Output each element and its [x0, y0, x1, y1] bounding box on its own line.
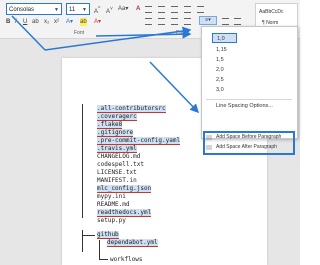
tree-connector: [82, 235, 95, 236]
align-left-icon[interactable]: [145, 18, 152, 25]
spacing-option[interactable]: 1,0: [212, 33, 237, 43]
paragraph-group-label: Parag: [176, 30, 190, 36]
line-spacing-menu: 1,0 1,15 1,5 2,0 2,5 3,0 Line Spacing Op…: [201, 26, 298, 155]
spacing-option[interactable]: 2,0: [202, 65, 297, 75]
chevron-down-icon: ▼: [82, 7, 87, 13]
font-name-value: Consolas: [9, 7, 35, 13]
text-effects-button[interactable]: A▾: [66, 18, 73, 26]
doc-line: .coveragerc: [97, 113, 137, 121]
spacing-option[interactable]: 1,15: [202, 45, 297, 55]
doc-line: .all-contributorsrc: [97, 105, 166, 113]
bold-button[interactable]: B: [6, 18, 10, 26]
decrease-indent-icon[interactable]: [184, 6, 191, 13]
doc-line: dependabot.yml: [107, 239, 158, 247]
menu-separator: [206, 99, 292, 100]
doc-line: MANIFEST.in: [97, 177, 137, 184]
add-space-before-label: Add Space Before Paragraph: [216, 134, 282, 140]
tree-connector: [99, 240, 100, 259]
strikethrough-button[interactable]: ab: [32, 18, 39, 26]
numbering-icon[interactable]: [158, 6, 165, 13]
line-spacing-button[interactable]: ≡▾: [199, 16, 217, 25]
doc-line: LICENSE.txt: [97, 169, 137, 176]
doc-line: setup.py: [97, 217, 126, 224]
tree-connector: [82, 104, 83, 218]
highlight-button[interactable]: ab: [80, 18, 87, 26]
font-size-dropdown[interactable]: 11 ▼: [66, 3, 90, 15]
underline-button[interactable]: U: [23, 18, 27, 26]
doc-line: .gitignore: [97, 129, 134, 137]
chevron-down-icon: ▼: [54, 7, 59, 13]
spacing-option[interactable]: 1,5: [202, 55, 297, 65]
font-name-dropdown[interactable]: Consolas ▼: [6, 3, 62, 15]
doc-line: codespell.txt: [97, 161, 144, 168]
doc-line: mlc_config.json: [97, 185, 152, 193]
grow-font-button[interactable]: A^: [94, 5, 100, 16]
bullets-icon[interactable]: [145, 6, 152, 13]
space-before-icon: [206, 135, 212, 140]
line-spacing-options-item[interactable]: Line Spacing Options...: [202, 101, 297, 111]
font-group-label: Font: [74, 30, 85, 36]
spacing-option[interactable]: 2,5: [202, 75, 297, 85]
add-space-after-item[interactable]: Add Space After Paragraph: [202, 143, 297, 152]
change-case-button[interactable]: Aa▾: [118, 5, 128, 13]
space-after-icon: [206, 145, 212, 150]
align-center-icon[interactable]: [158, 18, 165, 25]
doc-line: .flake8: [97, 121, 123, 129]
italic-button[interactable]: I: [15, 18, 17, 26]
doc-line: .travis.yml: [97, 145, 137, 153]
doc-line: mypy.ini: [97, 193, 126, 200]
superscript-button[interactable]: x²: [54, 18, 59, 26]
add-space-before-item[interactable]: Add Space Before Paragraph: [202, 133, 297, 142]
doc-line: .pre-commit-config.yaml: [97, 137, 181, 145]
shading-icon[interactable]: [222, 18, 229, 25]
shrink-font-button[interactable]: A˅: [106, 5, 113, 16]
font-size-value: 11: [69, 7, 76, 13]
align-right-icon[interactable]: [171, 18, 178, 25]
font-color-button[interactable]: A▾: [94, 18, 101, 26]
borders-icon[interactable]: [234, 18, 241, 25]
doc-line: readthedocs.yml: [97, 209, 152, 217]
doc-line: CHANGELOG.md: [97, 153, 141, 160]
tree-connector: [99, 259, 108, 260]
doc-line: README.md: [97, 201, 130, 208]
doc-line: workflows: [110, 256, 143, 263]
style-sample: AaBbCcDc: [259, 9, 284, 15]
clear-format-button[interactable]: A: [136, 5, 140, 13]
spacing-option[interactable]: 3,0: [202, 85, 297, 95]
subscript-button[interactable]: x₂: [44, 18, 49, 26]
add-space-after-label: Add Space After Paragraph: [216, 144, 277, 150]
tree-connector: [82, 230, 83, 252]
increase-indent-icon[interactable]: [197, 6, 204, 13]
justify-icon[interactable]: [184, 18, 191, 25]
doc-line: github: [97, 231, 119, 239]
multilevel-list-icon[interactable]: [171, 6, 178, 13]
